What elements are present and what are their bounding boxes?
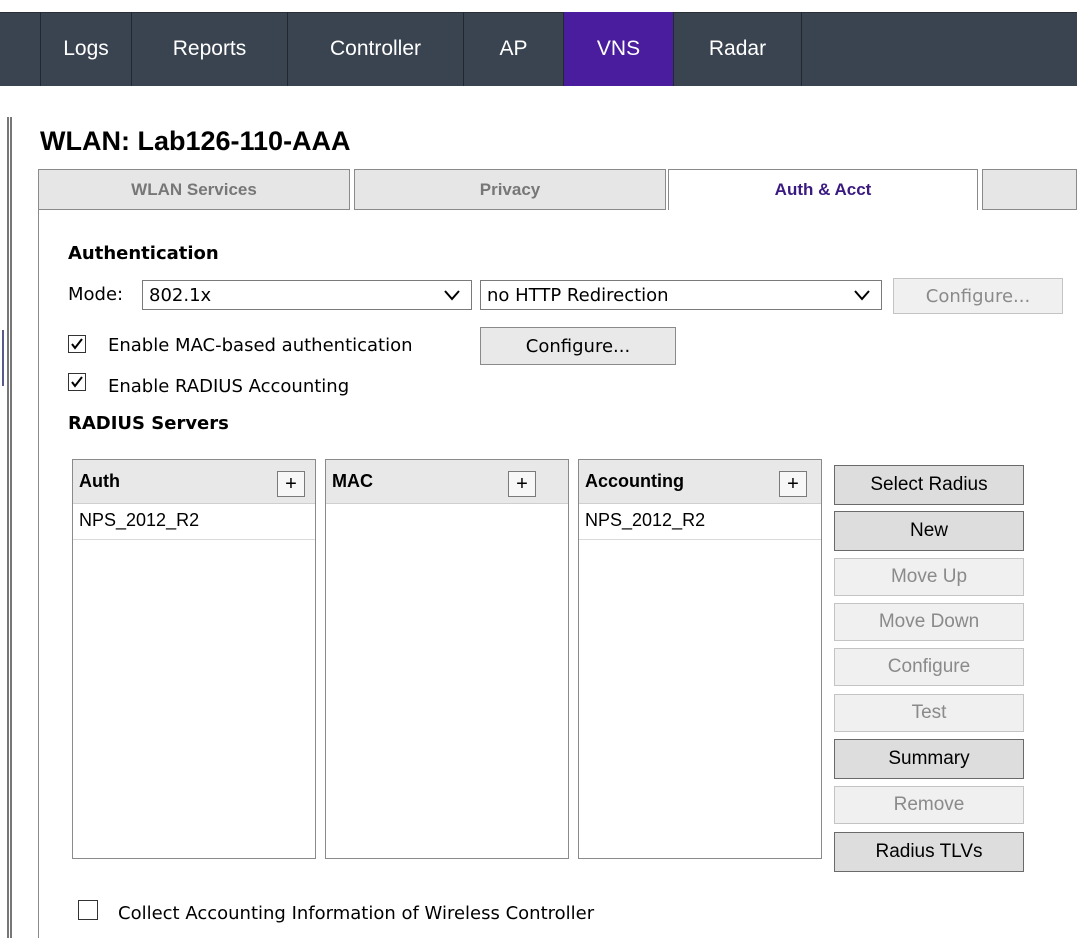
nav-tab-radar[interactable]: Radar (674, 12, 802, 86)
chevron-down-icon (854, 290, 870, 301)
nav-tab-label: AP (499, 37, 528, 60)
remove-button[interactable]: Remove (834, 786, 1024, 824)
redirection-select-value: no HTTP Redirection (487, 284, 669, 306)
mac-auth-label: Enable MAC-based authentication (108, 335, 413, 356)
plus-icon: + (787, 472, 799, 495)
add-auth-server-button[interactable]: + (277, 471, 305, 497)
add-accounting-server-button[interactable]: + (779, 471, 807, 497)
move-down-button[interactable]: Move Down (834, 603, 1024, 641)
tab-wlan-services[interactable]: WLAN Services (38, 169, 350, 210)
button-label: Configure (887, 656, 971, 677)
button-label: Move Up (890, 566, 968, 587)
list-header-label: Accounting (585, 471, 684, 491)
plus-icon: + (285, 472, 297, 495)
wlan-subtabs: WLAN Services Privacy Auth & Acct (38, 169, 1077, 210)
button-label: Radius TLVs (875, 841, 983, 862)
button-label: Configure... (525, 335, 631, 357)
list-header: MAC + (326, 460, 568, 504)
nav-tab-label: Radar (708, 37, 767, 60)
redirection-select[interactable]: no HTTP Redirection (480, 280, 882, 310)
tab-label: Privacy (479, 179, 541, 199)
nav-tab-ap[interactable]: AP (464, 12, 564, 86)
authentication-heading: Authentication (68, 243, 219, 264)
add-mac-server-button[interactable]: + (508, 471, 536, 497)
test-button[interactable]: Test (834, 694, 1024, 732)
mode-select-value: 802.1x (149, 284, 212, 306)
new-button[interactable]: New (834, 511, 1024, 551)
chevron-down-icon (444, 290, 460, 301)
radius-tlvs-button[interactable]: Radius TLVs (834, 832, 1024, 872)
left-frame-border (7, 117, 12, 938)
collect-accounting-label: Collect Accounting Information of Wirele… (118, 903, 595, 924)
mac-auth-checkbox[interactable] (68, 335, 86, 353)
left-frame-marker (2, 330, 4, 386)
radius-accounting-checkbox[interactable] (68, 373, 86, 391)
nav-tab-label: VNS (596, 37, 641, 60)
top-navigation: Logs Reports Controller AP VNS Radar (0, 0, 1077, 86)
list-item[interactable]: NPS_2012_R2 (73, 504, 315, 540)
mac-server-list: MAC + (325, 459, 569, 859)
list-header-label: Auth (79, 471, 120, 491)
nav-tab-controller[interactable]: Controller (288, 12, 464, 86)
tab-more[interactable] (982, 169, 1077, 210)
configure-button[interactable]: Configure (834, 648, 1024, 686)
list-item[interactable]: NPS_2012_R2 (579, 504, 821, 540)
nav-tab-reports[interactable]: Reports (132, 12, 288, 86)
button-label: Select Radius (870, 474, 988, 495)
button-label: New (909, 520, 948, 541)
checkmark-icon (71, 376, 83, 388)
list-header-label: MAC (332, 471, 373, 491)
tab-label: WLAN Services (131, 179, 257, 199)
collect-accounting-checkbox[interactable] (78, 900, 98, 920)
tab-auth-acct[interactable]: Auth & Acct (668, 169, 978, 210)
accounting-server-list: Accounting + NPS_2012_R2 (578, 459, 822, 859)
nav-tab-label: Controller (329, 37, 422, 60)
tab-label: Auth & Acct (774, 180, 872, 199)
list-header: Auth + (73, 460, 315, 504)
auth-server-list: Auth + NPS_2012_R2 (72, 459, 316, 859)
button-label: Configure... (925, 285, 1031, 307)
button-label: Summary (888, 748, 970, 769)
mode-label: Mode: (68, 284, 124, 305)
radius-accounting-label: Enable RADIUS Accounting (108, 376, 350, 397)
summary-button[interactable]: Summary (834, 739, 1024, 779)
nav-tab-label: Logs (63, 37, 109, 60)
select-radius-button[interactable]: Select Radius (834, 465, 1024, 505)
button-label: Move Down (878, 611, 980, 632)
nav-tab-label: Reports (172, 37, 247, 60)
nav-tab-logs[interactable]: Logs (40, 12, 132, 86)
page-title: WLAN: Lab126-110-AAA (40, 126, 351, 156)
mac-configure-button[interactable]: Configure... (480, 327, 676, 365)
nav-tab-vns[interactable]: VNS (564, 12, 674, 86)
button-label: Test (911, 702, 947, 723)
tab-privacy[interactable]: Privacy (354, 169, 666, 210)
radius-servers-heading: RADIUS Servers (68, 413, 229, 434)
button-label: Remove (893, 794, 965, 815)
mode-select[interactable]: 802.1x (142, 280, 472, 310)
plus-icon: + (516, 472, 528, 495)
checkmark-icon (71, 338, 83, 350)
redirection-configure-button[interactable]: Configure... (893, 278, 1063, 314)
list-header: Accounting + (579, 460, 821, 504)
move-up-button[interactable]: Move Up (834, 558, 1024, 596)
